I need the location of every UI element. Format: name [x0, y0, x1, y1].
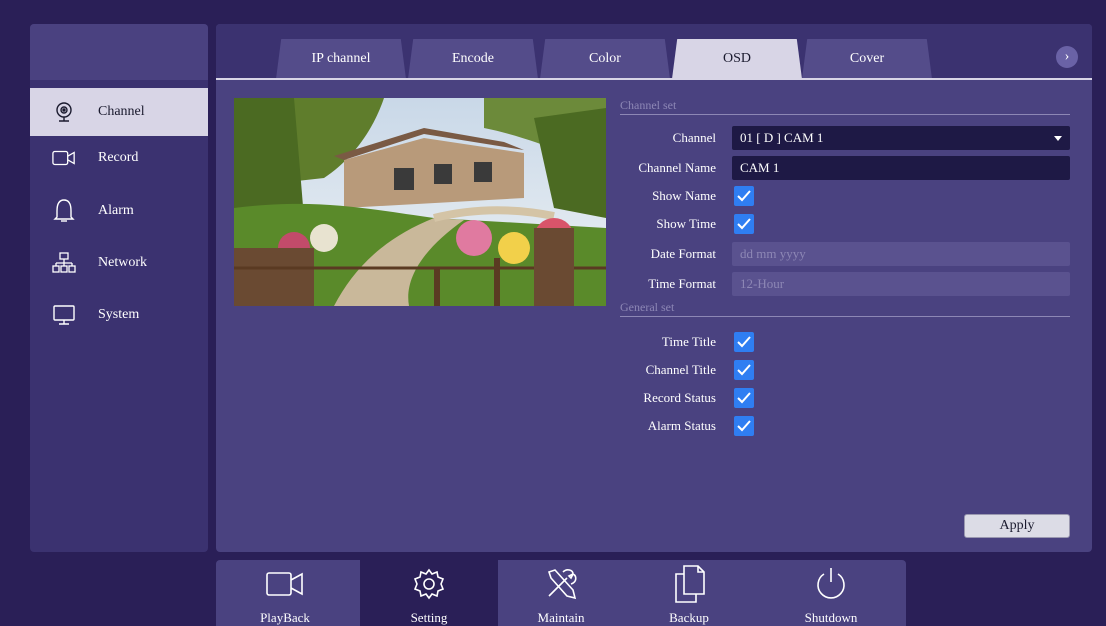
sidebar: Channel Record Alarm Network System	[30, 24, 208, 552]
power-icon	[809, 562, 853, 606]
bottom-nav: PlayBack Setting Maintain Backup Shutdow…	[216, 560, 906, 626]
tab-label: OSD	[722, 51, 751, 66]
time-format-select[interactable]: 12-Hour	[732, 272, 1070, 296]
sidebar-item-label: Record	[98, 150, 139, 165]
show-time-checkbox[interactable]	[734, 214, 754, 234]
show-name-checkbox[interactable]	[734, 186, 754, 206]
tab-color[interactable]: Color	[540, 39, 670, 79]
channel-select-value: 01 [ D ] CAM 1	[740, 130, 824, 145]
sidebar-item-channel[interactable]: Channel	[30, 88, 208, 136]
webcam-icon	[52, 100, 76, 124]
sidebar-header	[30, 24, 208, 80]
sidebar-item-network[interactable]: Network	[30, 239, 208, 287]
checkmark-icon	[737, 190, 751, 202]
record-status-checkbox[interactable]	[734, 388, 754, 408]
gear-icon	[407, 562, 451, 606]
tab-osd[interactable]: OSD	[672, 39, 802, 79]
checkmark-icon	[737, 364, 751, 376]
tab-label: Cover	[849, 51, 885, 66]
checkmark-icon	[737, 392, 751, 404]
nav-label: Shutdown	[804, 610, 858, 625]
osd-content: Channel set Channel 01 [ D ] CAM 1 Chann…	[216, 78, 1092, 552]
sidebar-item-record[interactable]: Record	[30, 134, 208, 182]
sidebar-item-system[interactable]: System	[30, 291, 208, 339]
channel-label: Channel	[672, 130, 716, 145]
checkmark-icon	[737, 336, 751, 348]
alarm-status-checkbox[interactable]	[734, 416, 754, 436]
channel-name-label: Channel Name	[638, 160, 716, 175]
show-name-label: Show Name	[652, 188, 716, 203]
nav-setting[interactable]: Setting	[360, 560, 498, 626]
monitor-icon	[52, 303, 76, 327]
video-camera-icon	[263, 562, 307, 606]
network-icon	[52, 251, 76, 275]
nav-label: Backup	[669, 610, 709, 625]
chevron-right-icon[interactable]: ›	[1056, 46, 1078, 68]
main-panel: IP channel Encode Color OSD Cover › Chan…	[216, 24, 1092, 552]
nav-label: PlayBack	[260, 610, 310, 625]
channel-title-checkbox[interactable]	[734, 360, 754, 380]
nav-backup[interactable]: Backup	[620, 560, 758, 626]
channel-name-input[interactable]: CAM 1	[732, 156, 1070, 180]
channel-select[interactable]: 01 [ D ] CAM 1	[732, 126, 1070, 150]
sidebar-item-label: Alarm	[98, 203, 134, 218]
show-time-label: Show Time	[656, 216, 716, 231]
caret-down-icon	[1054, 136, 1062, 141]
sidebar-item-label: System	[98, 307, 140, 322]
date-format-select[interactable]: dd mm yyyy	[732, 242, 1070, 266]
tab-ip-channel[interactable]: IP channel	[276, 39, 406, 79]
channel-title-label: Channel Title	[645, 362, 716, 377]
tab-label: Color	[589, 51, 621, 66]
nav-shutdown[interactable]: Shutdown	[762, 560, 900, 626]
record-status-label: Record Status	[643, 390, 716, 405]
time-title-label: Time Title	[661, 334, 716, 349]
checkmark-icon	[737, 420, 751, 432]
nav-label: Maintain	[537, 610, 585, 625]
sidebar-item-label: Channel	[98, 104, 145, 119]
nav-label: Setting	[410, 610, 448, 625]
date-format-label: Date Format	[650, 246, 716, 261]
channel-set-title: Channel set	[620, 98, 1070, 115]
bell-icon	[52, 199, 76, 223]
tab-cover[interactable]: Cover	[802, 39, 932, 79]
tab-label: IP channel	[311, 51, 371, 66]
tab-label: Encode	[452, 51, 494, 66]
sidebar-item-alarm[interactable]: Alarm	[30, 187, 208, 235]
nav-maintain[interactable]: Maintain	[492, 560, 630, 626]
general-set-title: General set	[620, 300, 1070, 317]
checkmark-icon	[737, 218, 751, 230]
tools-icon	[539, 562, 583, 606]
time-format-label: Time Format	[648, 276, 716, 291]
alarm-status-label: Alarm Status	[647, 418, 716, 433]
copy-icon	[667, 562, 711, 606]
nav-playback[interactable]: PlayBack	[216, 560, 354, 626]
camera-preview	[234, 98, 606, 306]
time-title-checkbox[interactable]	[734, 332, 754, 352]
tab-bar: IP channel Encode Color OSD Cover ›	[216, 24, 1092, 79]
tab-encode[interactable]: Encode	[408, 39, 538, 79]
apply-button[interactable]: Apply	[964, 514, 1070, 538]
video-camera-icon	[52, 146, 76, 170]
sidebar-item-label: Network	[98, 255, 147, 270]
